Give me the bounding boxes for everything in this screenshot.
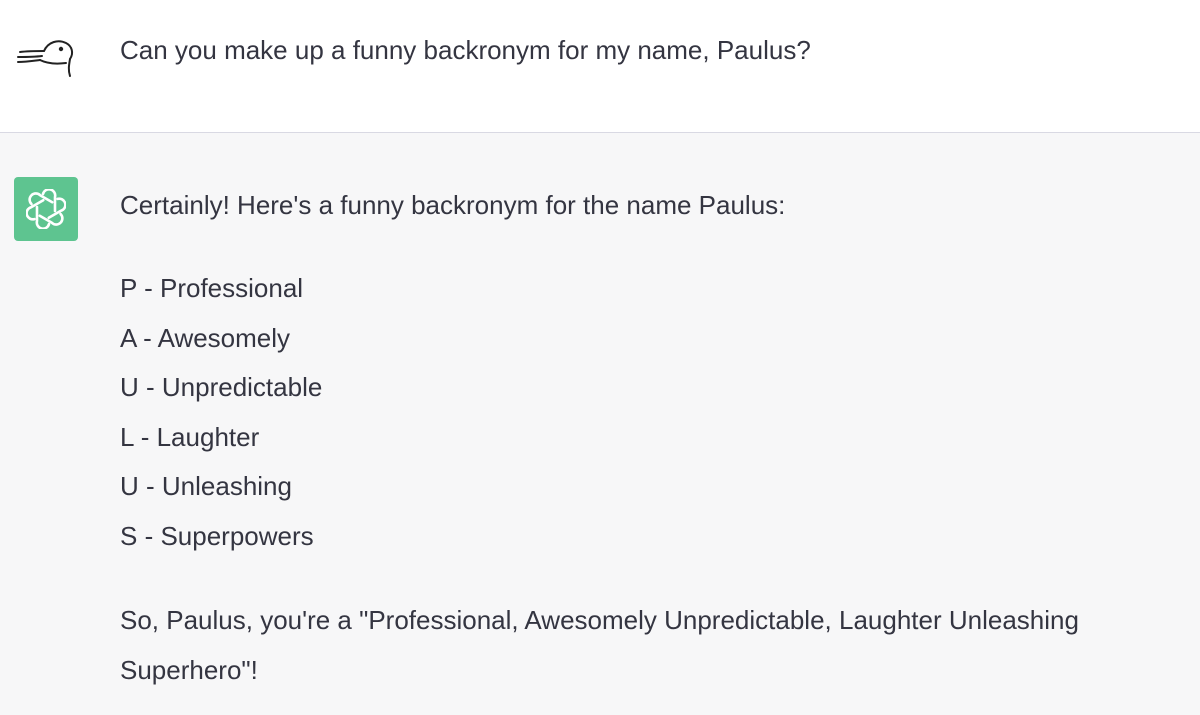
- assistant-message-content: Certainly! Here's a funny backronym for …: [120, 183, 1180, 695]
- assistant-message-row: Certainly! Here's a funny backronym for …: [0, 133, 1200, 715]
- list-item: P - Professional: [120, 273, 304, 303]
- assistant-outro-text: So, Paulus, you're a "Professional, Awes…: [120, 604, 1079, 685]
- list-item: L - Laughter: [120, 421, 260, 452]
- list-item: U - Unleashing: [120, 471, 292, 502]
- duck-sketch-icon: [14, 30, 80, 86]
- user-message-text: Can you make up a funny backronym for my…: [120, 35, 811, 65]
- backronym-list: P - Professional A - Awesomely U - Unpre…: [120, 264, 1180, 562]
- list-item: A - Awesomely: [120, 322, 291, 353]
- list-item: S - Superpowers: [120, 520, 314, 551]
- openai-logo-icon: [14, 177, 78, 241]
- list-item: U - Unpredictable: [120, 372, 323, 403]
- assistant-intro-text: Certainly! Here's a funny backronym for …: [120, 190, 786, 220]
- user-message-row: Can you make up a funny backronym for my…: [0, 0, 1200, 133]
